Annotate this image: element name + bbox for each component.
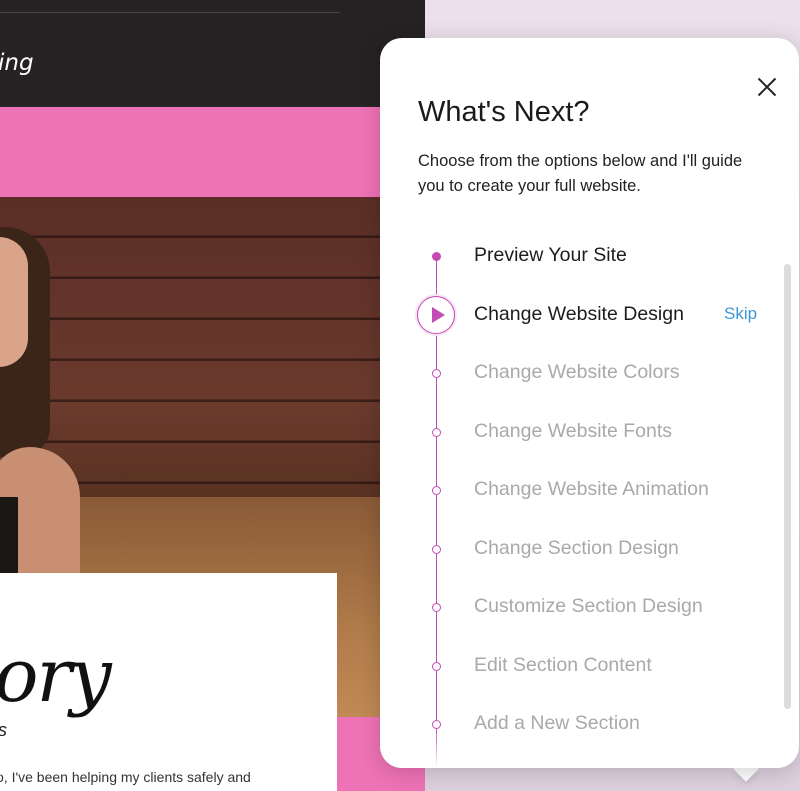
step-label: Change Section Design xyxy=(474,537,679,559)
step-pending-ring-icon xyxy=(432,662,441,671)
step-change-website-fonts[interactable]: Change Website Fonts xyxy=(380,412,790,452)
story-card-subheading: s xyxy=(0,720,7,741)
step-label: Change Website Fonts xyxy=(474,420,672,442)
header-divider xyxy=(0,12,340,13)
step-pending-ring-icon xyxy=(432,720,441,729)
steps-list: Preview Your Site Change Website Design … xyxy=(380,224,799,768)
step-label: Change Website Animation xyxy=(474,478,709,500)
steps-scrollbar[interactable] xyxy=(784,264,791,709)
step-pending-ring-icon xyxy=(432,486,441,495)
step-pending-ring-icon xyxy=(432,428,441,437)
play-icon[interactable] xyxy=(417,296,455,334)
whats-next-dialog: What's Next? Choose from the options bel… xyxy=(380,38,799,768)
step-preview-site[interactable]: Preview Your Site xyxy=(380,236,790,276)
story-card[interactable]: ory s o, I've been helping my clients sa… xyxy=(0,573,337,791)
dialog-subtitle: Choose from the options below and I'll g… xyxy=(418,152,743,195)
step-label: Change Website Colors xyxy=(474,361,680,383)
dialog-title: What's Next? xyxy=(418,96,590,128)
story-card-paragraph: o, I've been helping my clients safely a… xyxy=(0,769,251,785)
close-icon[interactable] xyxy=(754,74,780,100)
photo-person-face xyxy=(0,237,28,367)
step-done-dot-icon xyxy=(432,252,441,261)
step-change-website-colors[interactable]: Change Website Colors xyxy=(380,353,790,393)
pink-banner xyxy=(0,107,425,197)
step-customize-section-design[interactable]: Customize Section Design xyxy=(380,587,790,627)
story-card-heading: ory xyxy=(0,633,112,719)
step-label: Preview Your Site xyxy=(474,244,627,266)
step-pending-ring-icon xyxy=(432,545,441,554)
step-label: Add a New Section xyxy=(474,712,640,734)
step-change-website-design[interactable]: Change Website Design Skip xyxy=(380,295,790,335)
step-label: Change Website Design xyxy=(474,303,684,325)
step-edit-section-content[interactable]: Edit Section Content xyxy=(380,646,790,686)
site-preview: ing ory s o, I've been helping my client… xyxy=(0,0,425,791)
step-change-website-animation[interactable]: Change Website Animation xyxy=(380,470,790,510)
site-header: ing xyxy=(0,0,425,105)
step-pending-ring-icon xyxy=(432,603,441,612)
step-label: Customize Section Design xyxy=(474,595,703,617)
site-brand-text[interactable]: ing xyxy=(0,50,34,76)
step-label: Edit Section Content xyxy=(474,654,652,676)
step-change-section-design[interactable]: Change Section Design xyxy=(380,529,790,569)
step-pending-ring-icon xyxy=(432,369,441,378)
step-add-new-section[interactable]: Add a New Section xyxy=(380,704,790,744)
skip-link[interactable]: Skip xyxy=(724,304,757,324)
